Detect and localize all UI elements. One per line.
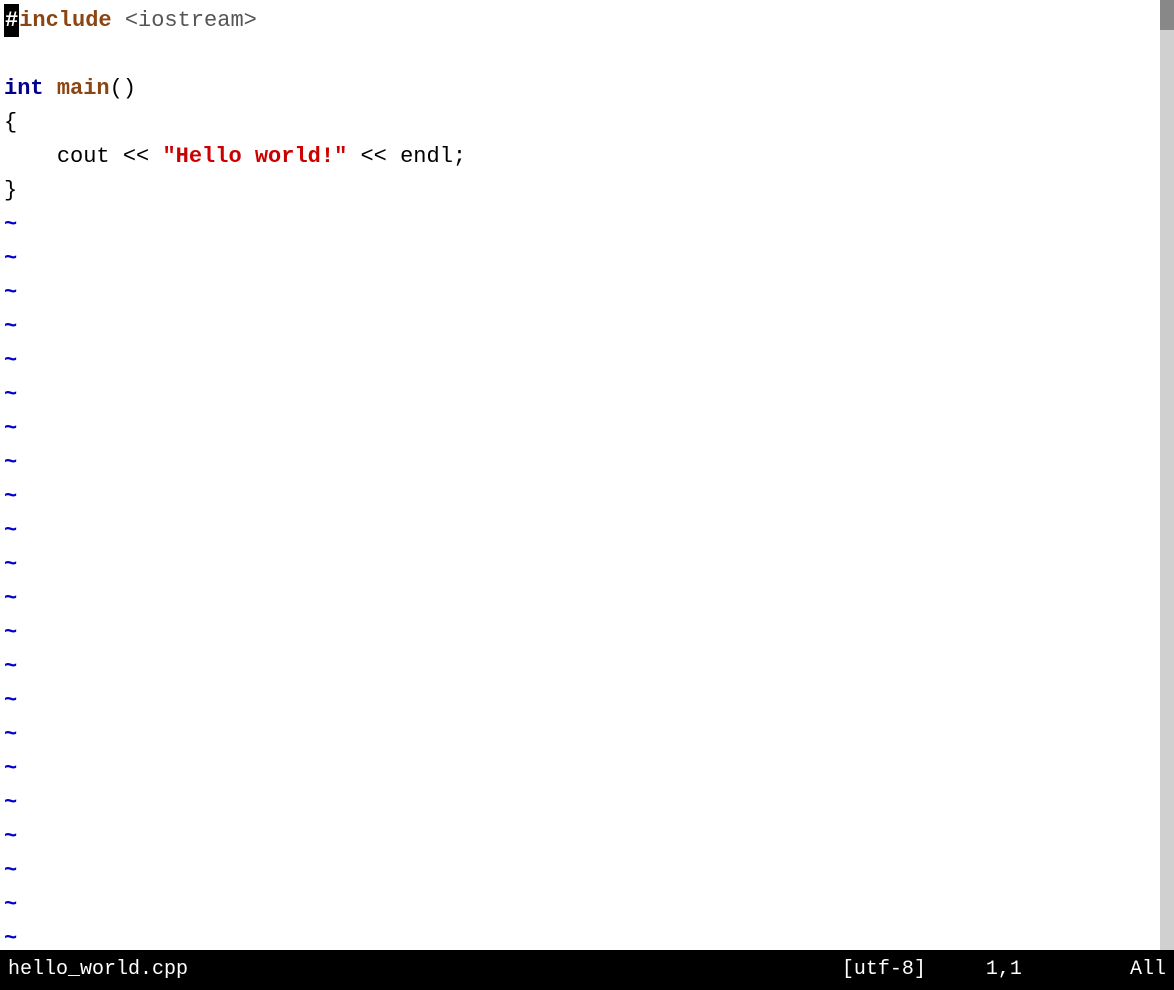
angle-close: > — [244, 4, 257, 37]
filename: hello_world.cpp — [8, 955, 188, 985]
code-line-3: int main() — [0, 72, 1174, 106]
tilde-char: ~ — [4, 310, 17, 343]
tilde-line-7: ~ — [0, 412, 1174, 446]
tilde-char: ~ — [4, 242, 17, 275]
tilde-line-1: ~ — [0, 208, 1174, 242]
view-mode: All — [1130, 958, 1166, 981]
code-line-1: #include <iostream> — [0, 4, 1174, 38]
tilde-char: ~ — [4, 412, 17, 445]
tilde-char: ~ — [4, 888, 17, 921]
code-editor[interactable]: #include <iostream> int main() { cout <<… — [0, 0, 1174, 950]
scrollbar-thumb[interactable] — [1160, 0, 1174, 30]
tilde-char: ~ — [4, 786, 17, 819]
view-space — [1034, 958, 1118, 981]
encoding: [utf-8] — [842, 958, 926, 981]
tilde-line-15: ~ — [0, 684, 1174, 718]
include-keyword: include — [19, 4, 111, 37]
statusbar: hello_world.cpp [utf-8] 1,1 All — [0, 950, 1174, 990]
tilde-line-5: ~ — [0, 344, 1174, 378]
tilde-line-3: ~ — [0, 276, 1174, 310]
tilde-char: ~ — [4, 820, 17, 853]
operator-1: << — [110, 140, 163, 173]
tilde-char: ~ — [4, 514, 17, 547]
main-function: main — [57, 72, 110, 105]
tilde-line-4: ~ — [0, 310, 1174, 344]
tilde-line-10: ~ — [0, 514, 1174, 548]
hash-symbol: # — [4, 4, 19, 37]
tilde-line-8: ~ — [0, 446, 1174, 480]
open-brace: { — [4, 106, 17, 139]
tilde-char: ~ — [4, 480, 17, 513]
string-literal: "Hello world!" — [162, 140, 347, 173]
tilde-char: ~ — [4, 616, 17, 649]
tilde-char: ~ — [4, 922, 17, 950]
tilde-char: ~ — [4, 446, 17, 479]
tilde-char: ~ — [4, 344, 17, 377]
close-brace: } — [4, 174, 17, 207]
tilde-line-17: ~ — [0, 752, 1174, 786]
tilde-line-2: ~ — [0, 242, 1174, 276]
tilde-line-13: ~ — [0, 616, 1174, 650]
tilde-char: ~ — [4, 752, 17, 785]
status-right: [utf-8] 1,1 All — [842, 955, 1166, 985]
tilde-line-20: ~ — [0, 854, 1174, 888]
semicolon: ; — [453, 140, 466, 173]
cursor-position: 1,1 — [986, 958, 1022, 981]
code-line-6: } — [0, 174, 1174, 208]
tilde-line-14: ~ — [0, 650, 1174, 684]
cout-text: cout — [57, 140, 110, 173]
tilde-line-21: ~ — [0, 888, 1174, 922]
tilde-line-18: ~ — [0, 786, 1174, 820]
code-line-5: cout << "Hello world!" << endl; — [0, 140, 1174, 174]
code-line-4: { — [0, 106, 1174, 140]
tilde-char: ~ — [4, 718, 17, 751]
tilde-char: ~ — [4, 684, 17, 717]
space — [44, 72, 57, 105]
position-space — [938, 958, 974, 981]
tilde-line-6: ~ — [0, 378, 1174, 412]
parens: () — [110, 72, 136, 105]
tilde-char: ~ — [4, 208, 17, 241]
tilde-char: ~ — [4, 548, 17, 581]
code-line-2 — [0, 38, 1174, 72]
indent-space — [4, 140, 57, 173]
empty-line — [4, 38, 17, 71]
int-keyword: int — [4, 72, 44, 105]
tilde-char: ~ — [4, 276, 17, 309]
operator-2: << — [347, 140, 400, 173]
tilde-char: ~ — [4, 378, 17, 411]
tilde-line-19: ~ — [0, 820, 1174, 854]
tilde-line-16: ~ — [0, 718, 1174, 752]
scrollbar[interactable] — [1160, 0, 1174, 950]
tilde-line-11: ~ — [0, 548, 1174, 582]
endl-text: endl — [400, 140, 453, 173]
tilde-line-22: ~ — [0, 922, 1174, 950]
tilde-char: ~ — [4, 854, 17, 887]
tilde-line-12: ~ — [0, 582, 1174, 616]
tilde-char: ~ — [4, 650, 17, 683]
angle-open: < — [112, 4, 138, 37]
tilde-line-9: ~ — [0, 480, 1174, 514]
tilde-char: ~ — [4, 582, 17, 615]
iostream-text: iostream — [138, 4, 244, 37]
